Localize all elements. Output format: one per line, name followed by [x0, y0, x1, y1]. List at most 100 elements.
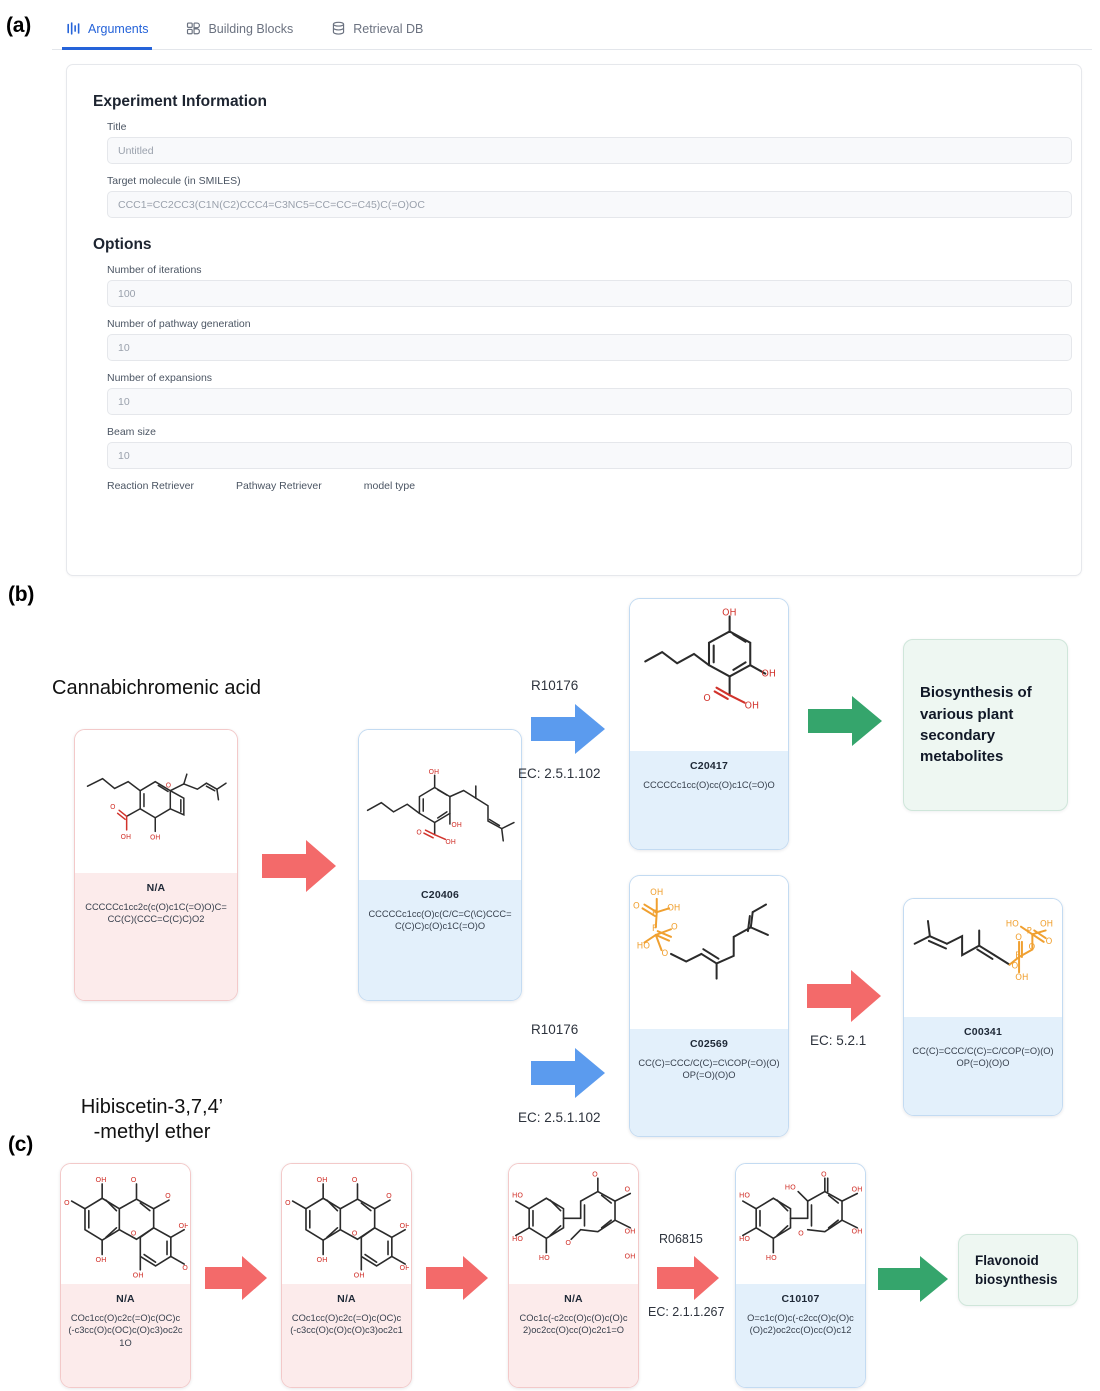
reaction-ec-c-2: EC: 2.1.1.267: [648, 1305, 725, 1319]
arguments-card: Experiment Information Title Untitled Ta…: [66, 64, 1082, 576]
field-target-molecule-label: Target molecule (in SMILES): [107, 175, 241, 187]
svg-text:O: O: [1029, 942, 1036, 952]
svg-text:HO: HO: [637, 941, 650, 951]
svg-text:OH: OH: [399, 1263, 409, 1272]
molecule-smiles-b-0: CCCCCc1cc2c(c(O)c1C(=O)O)C=CC(C)(CCC=C(C…: [85, 902, 227, 925]
arrow-red-b-1: [807, 968, 881, 1024]
molecule-card-b-1[interactable]: OH OH O OH C20406 CCCCCc1cc(O)c(C/C=C(\C…: [358, 729, 522, 1001]
svg-text:O: O: [64, 1198, 70, 1207]
molecule-card-c-3[interactable]: HO HO HO O HO OH OH O C10107 O=c1c(O)c(-…: [735, 1163, 866, 1388]
svg-text:OH: OH: [451, 821, 462, 829]
molecule-card-b-0[interactable]: O OH OH O N/A CCCCCc1cc2c(c(O)c1C(=O)O)C…: [74, 729, 238, 1001]
svg-text:HO: HO: [1006, 920, 1019, 930]
molecule-smiles-c-1: COc1cc(O)c2c(=O)c(OC)c(-c3cc(O)c(O)c(O)c…: [290, 1313, 403, 1336]
svg-text:OH: OH: [745, 700, 759, 711]
molecule-foot-c-0: N/A COc1cc(O)c2c(=O)c(OC)c(-c3cc(O)c(OC)…: [61, 1284, 190, 1387]
molecule-smiles-c-3: O=c1c(O)c(-c2cc(O)c(O)c(O)c2)oc2cc(O)cc(…: [747, 1313, 854, 1336]
molecule-card-c-2[interactable]: HO HO HO O O OH O OH N/A COc1c(-c2cc(O)c…: [508, 1163, 639, 1388]
molecule-structure-b-0: O OH OH O: [75, 730, 237, 873]
number-of-expansions-input[interactable]: 10: [107, 388, 1072, 415]
molecule-id-c-1: N/A: [337, 1293, 356, 1305]
reaction-id-b-0: R10176: [531, 678, 579, 693]
svg-text:HO: HO: [739, 1234, 750, 1243]
svg-text:HO: HO: [512, 1234, 523, 1243]
molecule-foot-b-3: C02569 CC(C)=CCC/C(C)=C\COP(=O)(O)OP(=O)…: [630, 1029, 788, 1136]
svg-text:O: O: [624, 1185, 630, 1194]
outcome-text-c: Flavonoid biosynthesis: [975, 1252, 1058, 1287]
tab-retrieval-db-label: Retrieval DB: [353, 21, 424, 36]
molecule-foot-c-2: N/A COc1c(-c2cc(O)c(O)c(O)c2)oc2cc(O)cc(…: [509, 1284, 638, 1387]
svg-text:OH: OH: [429, 768, 440, 776]
molecule-structure-b-3: OH O OH P P O HO O: [630, 876, 788, 1029]
svg-text:OH: OH: [150, 833, 160, 841]
field-beam-size-label: Beam size: [107, 426, 157, 438]
molecule-card-c-1[interactable]: OH O O O OH OH OH OH O N/A COc1cc(O)c2c(…: [281, 1163, 412, 1388]
svg-text:O: O: [1011, 961, 1018, 971]
label-model-type[interactable]: model type: [364, 480, 415, 492]
tab-arguments[interactable]: Arguments: [61, 8, 153, 50]
svg-text:O: O: [1015, 933, 1022, 943]
molecule-smiles-b-4: CC(C)=CCC/C(C)=C/COP(=O)(O)OP(=O)(O)O: [912, 1046, 1054, 1069]
svg-text:O: O: [798, 1228, 804, 1237]
svg-text:OH: OH: [1040, 920, 1053, 930]
molecule-card-b-2[interactable]: OH OH O OH C20417 CCCCCc1cc(O)cc(O)c1C(=…: [629, 598, 789, 850]
tab-retrieval-db[interactable]: Retrieval DB: [331, 8, 423, 50]
svg-text:HO: HO: [538, 1253, 549, 1262]
target-molecule-input[interactable]: CCC1=CC2CC3(C1N(C2)CCC4=C3NC5=CC=CC=C45)…: [107, 191, 1072, 218]
molecule-card-c-0[interactable]: OH O O O OH OH O OH O N/A COc1cc(O)c2c(=…: [60, 1163, 191, 1388]
reaction-ec-b-0: EC: 2.5.1.102: [518, 766, 601, 781]
svg-text:OH: OH: [316, 1255, 327, 1264]
svg-text:OH: OH: [722, 607, 736, 618]
beam-size-input[interactable]: 10: [107, 442, 1072, 469]
molecule-foot-c-3: C10107 O=c1c(O)c(-c2cc(O)c(O)c(O)c2)oc2c…: [736, 1284, 865, 1387]
svg-text:HO: HO: [512, 1190, 523, 1199]
svg-text:O: O: [351, 1228, 357, 1237]
svg-text:OH: OH: [132, 1270, 143, 1279]
svg-text:O: O: [592, 1169, 598, 1178]
panel-label-b: (b): [8, 583, 35, 606]
label-reaction-retriever[interactable]: Reaction Retriever: [107, 480, 194, 492]
molecule-card-b-3[interactable]: OH O OH P P O HO O C02569 CC(C)=CCC/C(C)…: [629, 875, 789, 1137]
molecule-card-b-4[interactable]: O O O OH P P OH HO O C00341 CC(C)=CCC/C(…: [903, 898, 1063, 1116]
svg-text:O: O: [386, 1191, 392, 1200]
svg-text:OH: OH: [445, 838, 456, 846]
panel-label-c: (c): [8, 1133, 34, 1156]
svg-text:O: O: [662, 948, 669, 958]
arrow-red-c-2: [657, 1254, 719, 1302]
svg-text:O: O: [1046, 937, 1053, 947]
molecule-structure-c-0: OH O O O OH OH O OH O: [61, 1164, 190, 1284]
figure-root: (a) Arguments Building Blocks Retrieval …: [0, 0, 1100, 1391]
title-input[interactable]: Untitled: [107, 137, 1072, 164]
svg-text:OH: OH: [95, 1255, 106, 1264]
app-screenshot-panel-a: Arguments Building Blocks Retrieval DB E…: [52, 8, 1092, 580]
molecule-id-b-3: C02569: [690, 1038, 728, 1050]
svg-text:OH: OH: [1015, 973, 1028, 983]
tab-building-blocks[interactable]: Building Blocks: [186, 8, 293, 50]
retriever-labels-row: Reaction Retriever Pathway Retriever mod…: [107, 480, 1055, 492]
molecule-structure-c-1: OH O O O OH OH OH OH O: [282, 1164, 411, 1284]
building-blocks-icon: [186, 21, 201, 36]
molecule-structure-b-2: OH OH O OH: [630, 599, 788, 751]
molecule-smiles-b-1: CCCCCc1cc(O)c(C/C=C(\C)CCC=C(C)C)c(O)c1C…: [368, 909, 512, 932]
reaction-ec-b-2: EC: 5.2.1: [810, 1033, 867, 1048]
reaction-id-c-2: R06815: [659, 1232, 703, 1246]
outcome-text-b: Biosynthesis of various plant secondary …: [920, 684, 1032, 766]
outcome-box-b: Biosynthesis of various plant secondary …: [903, 639, 1068, 811]
svg-text:OH: OH: [121, 832, 131, 840]
number-of-iterations-input[interactable]: 100: [107, 280, 1072, 307]
svg-text:OH: OH: [667, 903, 680, 913]
svg-text:O: O: [703, 692, 710, 703]
svg-text:OH: OH: [650, 888, 663, 898]
svg-text:OH: OH: [851, 1185, 862, 1194]
molecule-structure-c-2: HO HO HO O O OH O OH: [509, 1164, 638, 1284]
number-of-pathway-generation-input[interactable]: 10: [107, 334, 1072, 361]
label-pathway-retriever[interactable]: Pathway Retriever: [236, 480, 322, 492]
svg-text:OH: OH: [178, 1221, 188, 1230]
molecule-id-b-0: N/A: [146, 882, 166, 894]
svg-text:P: P: [652, 908, 657, 918]
svg-text:OH: OH: [851, 1227, 862, 1236]
field-number-of-pathway-generation: Number of pathway generation 10: [107, 318, 1072, 361]
tab-building-blocks-label: Building Blocks: [208, 21, 294, 36]
tab-arguments-label: Arguments: [88, 21, 149, 36]
molecule-structure-b-1: OH OH O OH: [359, 730, 521, 880]
